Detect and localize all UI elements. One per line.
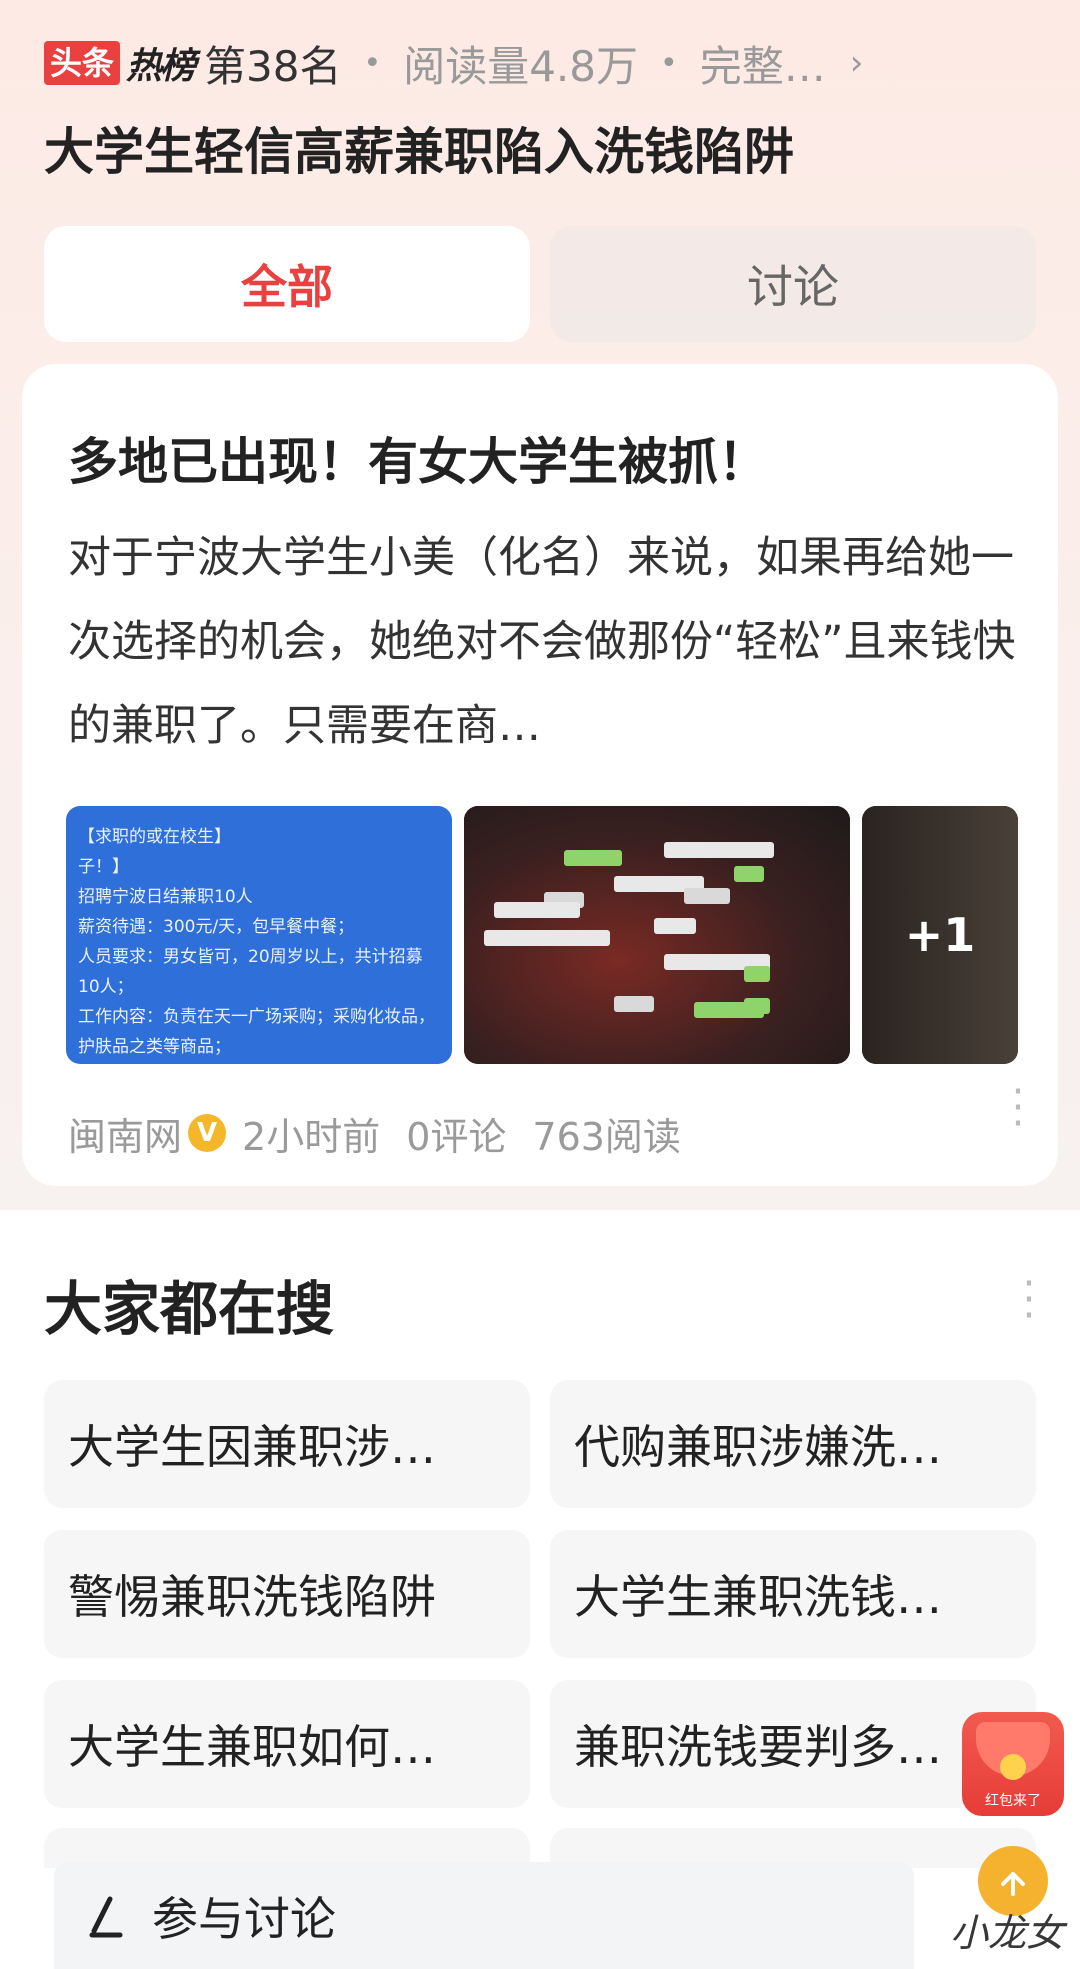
article-image-recruitment-ad[interactable]: 【求职的或在校生】 子！】 招聘宁波日结兼职10人 薪资待遇：300元/天，包早… bbox=[66, 806, 452, 1064]
article-title[interactable]: 多地已出现！有女大学生被抓！ bbox=[68, 422, 768, 494]
red-packet-icon[interactable]: 红包来了 bbox=[962, 1712, 1064, 1816]
chat-bubble bbox=[734, 866, 764, 882]
search-chip[interactable]: 代购兼职涉嫌洗… bbox=[550, 1380, 1036, 1508]
search-chip[interactable]: 警惕兼职洗钱陷阱 bbox=[44, 1530, 530, 1658]
article-summary[interactable]: 对于宁波大学生小美（化名）来说，如果再给她一次选择的机会，她绝对不会做那份“轻松… bbox=[68, 516, 1028, 768]
search-chip[interactable]: 大学生兼职如何… bbox=[44, 1680, 530, 1808]
arrow-up-glyph bbox=[1001, 1872, 1025, 1896]
more-images-count[interactable]: +1 bbox=[862, 806, 1018, 1064]
red-packet-coin bbox=[1000, 1754, 1026, 1780]
read-count-article: 763阅读 bbox=[532, 1114, 681, 1159]
search-chip-label: 代购兼职涉嫌洗… bbox=[574, 1420, 942, 1474]
recruitment-ad-text: 【求职的或在校生】 子！】 招聘宁波日结兼职10人 薪资待遇：300元/天，包早… bbox=[78, 827, 435, 1057]
search-chip-label: 大学生兼职如何… bbox=[68, 1720, 436, 1774]
discuss-input-bar[interactable]: 参与讨论 bbox=[54, 1862, 914, 1969]
chat-bubble bbox=[664, 842, 774, 858]
tab-discussion[interactable]: 讨论 bbox=[550, 226, 1036, 342]
watermark: 小龙女 bbox=[950, 1911, 1065, 1955]
trending-searches-title: 大家都在搜 bbox=[44, 1275, 335, 1343]
article-image-more[interactable]: +1 bbox=[862, 806, 1018, 1064]
tab-all[interactable]: 全部 bbox=[44, 226, 530, 342]
search-chip-label: 大学生因兼职涉… bbox=[68, 1420, 436, 1474]
search-chip[interactable]: 大学生因兼职涉… bbox=[44, 1380, 530, 1508]
search-chip[interactable]: 大学生兼职洗钱… bbox=[550, 1530, 1036, 1658]
chat-bubble bbox=[744, 966, 770, 982]
discuss-label: 参与讨论 bbox=[152, 1891, 336, 1946]
article-meta: 闽南网 V 2小时前 0评论 763阅读 bbox=[68, 1106, 681, 1161]
tab-bar: 全部 讨论 bbox=[44, 226, 1036, 342]
separator-dot: • bbox=[363, 45, 382, 81]
chevron-right-icon[interactable]: › bbox=[850, 43, 864, 83]
verified-badge-icon: V bbox=[188, 1114, 227, 1152]
chat-bubble bbox=[564, 850, 622, 866]
red-packet-label: 红包来了 bbox=[985, 1793, 1041, 1809]
chat-bubble bbox=[494, 902, 580, 918]
publish-time: 2小时前 bbox=[242, 1114, 381, 1159]
rank-text: 第38名 bbox=[204, 41, 342, 91]
more-dots-icon[interactable]: · · · bbox=[1008, 1072, 1028, 1144]
chat-bubble bbox=[654, 918, 696, 934]
search-chip-label: 兼职洗钱要判多… bbox=[574, 1720, 942, 1774]
search-chip-label: 警惕兼职洗钱陷阱 bbox=[68, 1570, 436, 1624]
toutiao-logo: 头条 bbox=[44, 41, 121, 85]
search-chip-label: 大学生兼职洗钱… bbox=[574, 1570, 942, 1624]
pen-icon bbox=[89, 1896, 123, 1937]
article-image-chat-screenshot[interactable] bbox=[464, 806, 850, 1064]
chat-bubble bbox=[744, 998, 770, 1014]
hot-list-logo: 热榜 bbox=[126, 46, 196, 87]
topic-title: 大学生轻信高薪兼职陷入洗钱陷阱 bbox=[44, 123, 794, 181]
separator-dot: • bbox=[659, 45, 678, 81]
comment-count: 0评论 bbox=[406, 1114, 507, 1159]
source-name[interactable]: 闽南网 bbox=[68, 1106, 182, 1161]
chat-bubble bbox=[614, 996, 654, 1012]
more-dots-icon[interactable]: · · · bbox=[1020, 1264, 1038, 1336]
article-card[interactable]: 多地已出现！有女大学生被抓！ 对于宁波大学生小美（化名）来说，如果再给她一次选择… bbox=[22, 364, 1058, 1186]
hot-list-header[interactable]: 头条 热榜 第38名 • 阅读量4.8万 • 完整… › bbox=[44, 28, 1044, 98]
full-details-link[interactable]: 完整… bbox=[700, 33, 826, 94]
read-count: 阅读量4.8万 bbox=[403, 41, 638, 91]
chat-bubble bbox=[484, 930, 610, 946]
chat-bubble bbox=[684, 888, 730, 904]
